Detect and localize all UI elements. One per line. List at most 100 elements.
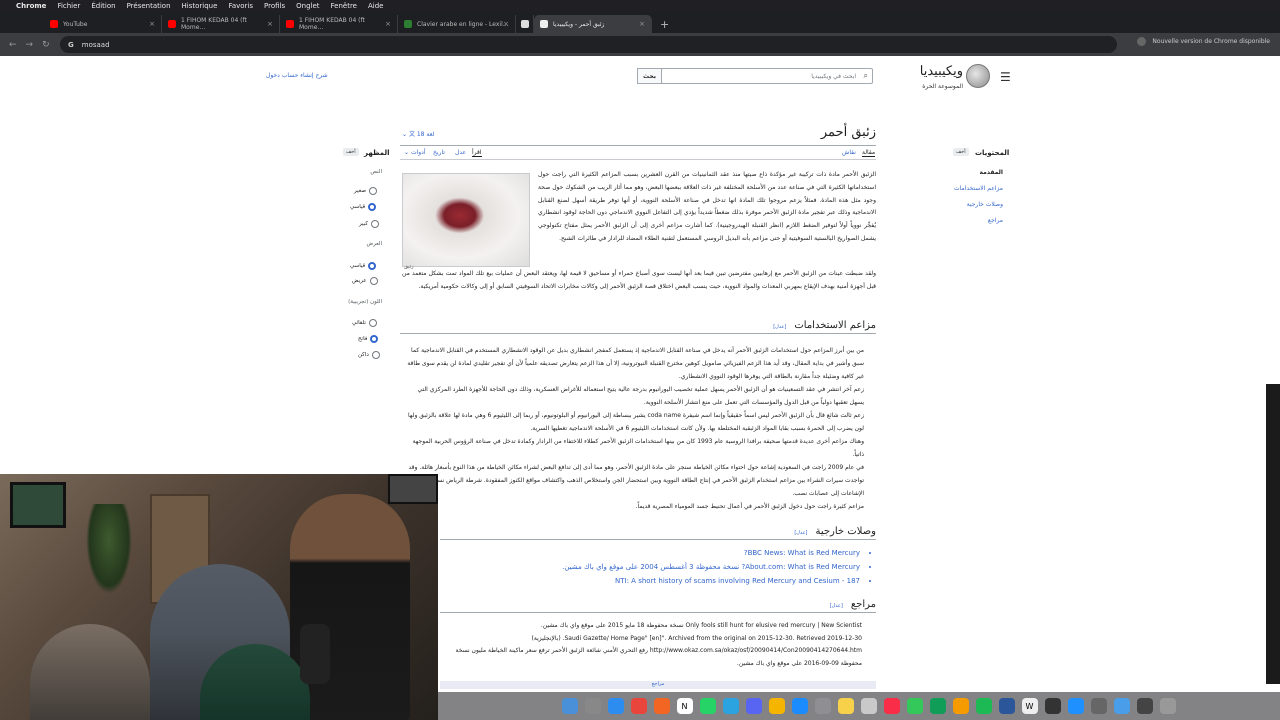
edit-section-link[interactable]: [عدل] [794,530,807,536]
text-size-large[interactable]: كبير [359,220,379,228]
menu-help[interactable]: Aide [368,2,383,10]
search-input[interactable]: ابحث في ويكيبيديا ⌕ [661,68,873,84]
toc-item-external-links[interactable]: وصلات خارجية [920,201,1003,208]
close-tab-icon[interactable]: × [385,20,391,28]
close-tab-icon[interactable]: × [149,20,155,28]
external-link[interactable]: About.com: What is Red Mercury? نسخة محف… [440,560,860,574]
app-icon[interactable] [1090,698,1107,714]
chrome-update-notice[interactable]: Nouvelle version de Chrome disponible [1137,37,1270,46]
reference-item[interactable]: http://www.okaz.com.sa/okaz/osf/20090414… [450,645,862,670]
menu-profiles[interactable]: Profils [264,2,285,10]
width-standard[interactable]: قياسي [350,262,377,270]
sheets-icon[interactable] [929,698,946,714]
whatsapp-icon[interactable] [699,698,716,714]
radio-icon[interactable] [368,203,377,211]
spotify-icon[interactable] [975,698,992,714]
close-tab-icon[interactable]: × [503,20,509,28]
avatar[interactable] [1137,37,1147,46]
back-icon[interactable]: ← [9,40,17,50]
tab-history[interactable]: تاريخ [433,149,445,156]
tab-video-1[interactable]: 1 FIHOM KEDAB 04 (ft Mome… × [162,15,280,33]
tab-edit[interactable]: عدل [455,149,466,156]
folder-icon[interactable] [1113,698,1130,714]
radio-icon[interactable] [370,335,379,343]
brave-icon[interactable] [653,698,670,714]
radio-icon[interactable] [368,319,377,327]
external-link[interactable]: NTI: A short history of scams involving … [440,574,860,588]
search-button[interactable]: بحث [637,68,662,84]
external-link[interactable]: BBC News: What is Red Mercury? [440,546,860,560]
tab-article[interactable]: مقالة [862,149,876,157]
pages-icon[interactable] [952,698,969,714]
tab-wikipedia-active[interactable]: زئبق أحمر - ويكيبيديا × [534,15,652,33]
toc-item-intro[interactable]: المقدمة [940,169,1003,176]
appstore-icon[interactable] [791,698,808,714]
toc-item-uses[interactable]: مزاعم الاستخدامات [920,185,1003,192]
tab-wikipedia-pinned[interactable] [516,15,534,33]
menu-history[interactable]: Historique [182,2,218,10]
reference-item[interactable]: Only fools still hunt for elusive red me… [450,620,862,633]
reload-icon[interactable]: ↻ [42,40,50,50]
text-size-standard[interactable]: قياسي [350,203,377,211]
color-light[interactable]: فاتح [358,335,379,343]
radio-icon[interactable] [369,187,378,195]
main-menu-icon[interactable]: ☰ [1000,70,1011,84]
menu-tab[interactable]: Onglet [296,2,319,10]
discord-icon[interactable] [745,698,762,714]
tab-tools[interactable]: ⌄ أدوات [404,149,426,156]
tab-read[interactable]: اقرأ [472,149,482,157]
radio-icon[interactable] [371,351,380,359]
telegram-icon[interactable] [722,698,739,714]
facetime-icon[interactable] [906,698,923,714]
url-input[interactable]: Gmosaad [60,36,1117,53]
color-auto[interactable]: تلقائي [352,319,377,327]
close-tab-icon[interactable]: × [267,20,273,28]
tab-youtube[interactable]: YouTube × [44,15,162,33]
appearance-hide-button[interactable]: أخف [343,148,359,156]
toc-item-references[interactable]: مراجع [920,217,1003,224]
text-size-small[interactable]: صغير [354,187,378,195]
edit-section-link[interactable]: [عدل] [830,603,843,609]
app-icon[interactable] [1136,698,1153,714]
close-tab-icon[interactable]: × [639,20,645,28]
tab-video-2[interactable]: 1 FIHOM KEDAB 04 (ft Mome… × [280,15,398,33]
edit-section-link[interactable]: [عدل] [773,324,786,330]
files-icon[interactable] [860,698,877,714]
chrome-icon[interactable] [630,698,647,714]
new-tab-icon[interactable]: + [660,15,669,33]
toc-hide-button[interactable]: أخف [953,148,969,156]
settings-icon[interactable] [814,698,831,714]
wikipedia-globe-icon[interactable] [966,64,990,88]
launchpad-icon[interactable] [584,698,601,714]
reference-item[interactable]: Saudi Gazette/ Home Page" [en]". Archive… [450,633,862,646]
word-icon[interactable] [998,698,1015,714]
wikipedia-wordmark[interactable]: ويكيبيديا [905,64,963,79]
radio-icon[interactable] [370,220,379,228]
footer-nav-strip[interactable]: مراجع [440,681,876,689]
menu-window[interactable]: Fenêtre [331,2,357,10]
radio-icon[interactable] [368,262,377,270]
width-wide[interactable]: عريض [352,277,378,285]
app-icon[interactable] [1067,698,1084,714]
music-icon[interactable] [883,698,900,714]
notes-icon[interactable] [837,698,854,714]
notion-icon[interactable]: N [676,698,693,714]
menu-edit[interactable]: Édition [91,2,115,10]
finder-icon[interactable] [561,698,578,714]
forward-icon[interactable]: → [26,40,34,50]
account-links[interactable]: شرح إنشاء حساب دخول [266,72,328,79]
menu-view[interactable]: Présentation [127,2,171,10]
tab-talk[interactable]: نقاش [842,149,856,156]
color-dark[interactable]: داكن [358,351,380,359]
trash-icon[interactable] [1159,698,1176,714]
red-mercury-image[interactable] [402,173,530,267]
menu-bookmarks[interactable]: Favoris [228,2,253,10]
safari-icon[interactable] [607,698,624,714]
obs-icon[interactable] [1044,698,1061,714]
radio-icon[interactable] [369,277,378,285]
tab-arabic-keyboard[interactable]: Clavier arabe en ligne - Lexil… × [398,15,516,33]
language-button[interactable]: ⌄ 文 18 لغة [402,129,434,138]
menu-app-name[interactable]: Chrome [16,2,46,10]
photos-icon[interactable] [768,698,785,714]
wikipedia-icon[interactable]: W [1021,698,1038,714]
